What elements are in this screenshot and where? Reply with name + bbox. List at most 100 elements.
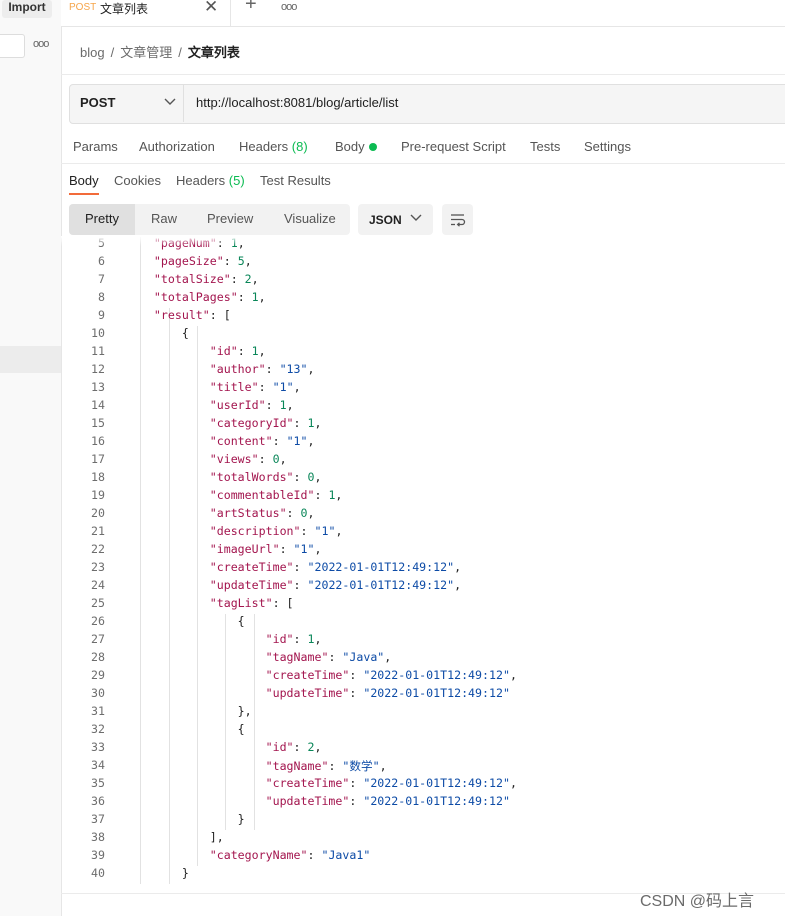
sidebar (0, 0, 62, 916)
breadcrumb-current: 文章列表 (187, 45, 240, 60)
code-line: "tagList": [ (209, 596, 294, 610)
line-number: 13 (91, 380, 105, 394)
wrap-lines-icon (451, 214, 466, 227)
code-line: "commentableId": 1, (209, 488, 343, 502)
format-select-label: JSON (369, 213, 402, 227)
sidebar-item-active[interactable] (0, 346, 61, 373)
line-number: 21 (91, 524, 105, 538)
code-line: }, (126, 704, 252, 718)
code-line: "totalWords": 0, (209, 470, 322, 484)
line-number: 17 (91, 452, 105, 466)
tab-headers[interactable]: Headers (8) (239, 139, 308, 154)
line-number: 39 (91, 848, 105, 862)
url-input[interactable]: http://localhost:8081/blog/article/list (196, 95, 398, 110)
breadcrumb-item-collection[interactable]: blog (80, 45, 105, 60)
tab-pre-request-script[interactable]: Pre-request Script (401, 139, 506, 154)
code-line: "createTime": "2022-01-01T12:49:12", (209, 560, 462, 574)
code-line: "content": "1", (209, 434, 315, 448)
tab-authorization[interactable]: Authorization (139, 139, 215, 154)
code-line: "categoryId": 1, (209, 416, 322, 430)
response-tab-body[interactable]: Body (69, 173, 99, 188)
import-button[interactable]: Import (2, 0, 52, 18)
line-number: 7 (98, 272, 105, 286)
line-number: 10 (91, 326, 105, 340)
line-number: 37 (91, 812, 105, 826)
code-line: ], (126, 830, 224, 844)
code-line: "pageSize": 5, (153, 254, 252, 268)
view-preview-button[interactable]: Preview (207, 211, 253, 226)
line-number: 38 (91, 830, 105, 844)
breadcrumb-separator: / (178, 45, 182, 60)
code-line: "tagName": "数学", (265, 759, 387, 773)
code-line: { (126, 614, 245, 628)
response-body-viewer[interactable]: 5 "pageNum": 1,6 "pageSize": 5,7 "totalS… (61, 237, 785, 892)
code-line: { (126, 326, 189, 340)
code-line: "createTime": "2022-01-01T12:49:12", (265, 776, 517, 790)
add-tab-icon[interactable]: + (245, 0, 257, 16)
line-number: 40 (91, 866, 105, 880)
line-number: 19 (91, 488, 105, 502)
close-icon[interactable]: ✕ (204, 0, 218, 17)
code-line: "views": 0, (209, 452, 287, 466)
code-line: "title": "1", (209, 380, 301, 394)
line-number: 9 (98, 308, 105, 322)
divider (61, 74, 785, 75)
chevron-down-icon (410, 214, 422, 221)
tab-settings[interactable]: Settings (584, 139, 631, 154)
line-number: 26 (91, 614, 105, 628)
code-line: "totalPages": 1, (153, 290, 266, 304)
line-number: 16 (91, 434, 105, 448)
response-headers-count-badge: (5) (228, 173, 245, 188)
method-label: POST (80, 95, 116, 110)
tab-params[interactable]: Params (73, 139, 118, 154)
code-line: "artStatus": 0, (209, 506, 315, 520)
view-raw-button[interactable]: Raw (151, 211, 177, 226)
tab-headers-label: Headers (239, 139, 289, 154)
code-line: } (126, 812, 245, 826)
view-pretty-label[interactable]: Pretty (85, 211, 119, 226)
line-number: 24 (91, 578, 105, 592)
tab-tests[interactable]: Tests (530, 139, 560, 154)
sidebar-search-input[interactable] (0, 34, 25, 58)
code-line: { (126, 722, 245, 736)
code-line: "tagName": "Java", (265, 650, 392, 664)
code-line: "imageUrl": "1", (209, 542, 322, 556)
tab-title: 文章列表 (100, 2, 149, 16)
tab-body[interactable]: Body (335, 139, 365, 154)
code-line: "id": 1, (209, 344, 266, 358)
line-number: 34 (91, 758, 105, 772)
tab-more-icon[interactable]: ooo (281, 1, 297, 13)
breadcrumb-item-folder[interactable]: 文章管理 (120, 45, 172, 60)
line-number: 20 (91, 506, 105, 520)
headers-count-badge: (8) (291, 139, 308, 154)
line-number: 15 (91, 416, 105, 430)
line-number: 14 (91, 398, 105, 412)
line-number: 30 (91, 686, 105, 700)
code-line: "id": 1, (265, 632, 322, 646)
code-line: "result": [ (153, 308, 231, 322)
code-line: "id": 2, (265, 740, 322, 754)
code-line: "categoryName": "Java1" (209, 848, 371, 862)
line-number: 27 (91, 632, 105, 646)
view-visualize-button[interactable]: Visualize (284, 211, 336, 226)
line-number: 29 (91, 668, 105, 682)
active-tab-indicator (69, 193, 99, 195)
code-line: "userId": 1, (209, 398, 294, 412)
code-line: "updateTime": "2022-01-01T12:49:12" (265, 794, 510, 808)
line-number: 22 (91, 542, 105, 556)
breadcrumb-separator: / (110, 45, 115, 60)
line-number: 11 (91, 344, 105, 358)
response-tab-test-results[interactable]: Test Results (260, 173, 331, 188)
body-status-dot (369, 143, 377, 151)
line-number: 8 (98, 290, 105, 304)
response-tab-headers[interactable]: Headers (5) (176, 173, 245, 188)
line-number: 25 (91, 596, 105, 610)
wrap-lines-button[interactable] (442, 204, 473, 235)
more-options-icon[interactable]: ooo (33, 38, 49, 50)
code-line: "updateTime": "2022-01-01T12:49:12", (209, 578, 462, 592)
code-line: "updateTime": "2022-01-01T12:49:12" (265, 686, 510, 700)
breadcrumb: blog / 文章管理 / 文章列表 (80, 42, 240, 61)
line-number: 35 (91, 776, 105, 790)
code-line: "author": "13", (209, 362, 315, 376)
response-tab-cookies[interactable]: Cookies (114, 173, 161, 188)
